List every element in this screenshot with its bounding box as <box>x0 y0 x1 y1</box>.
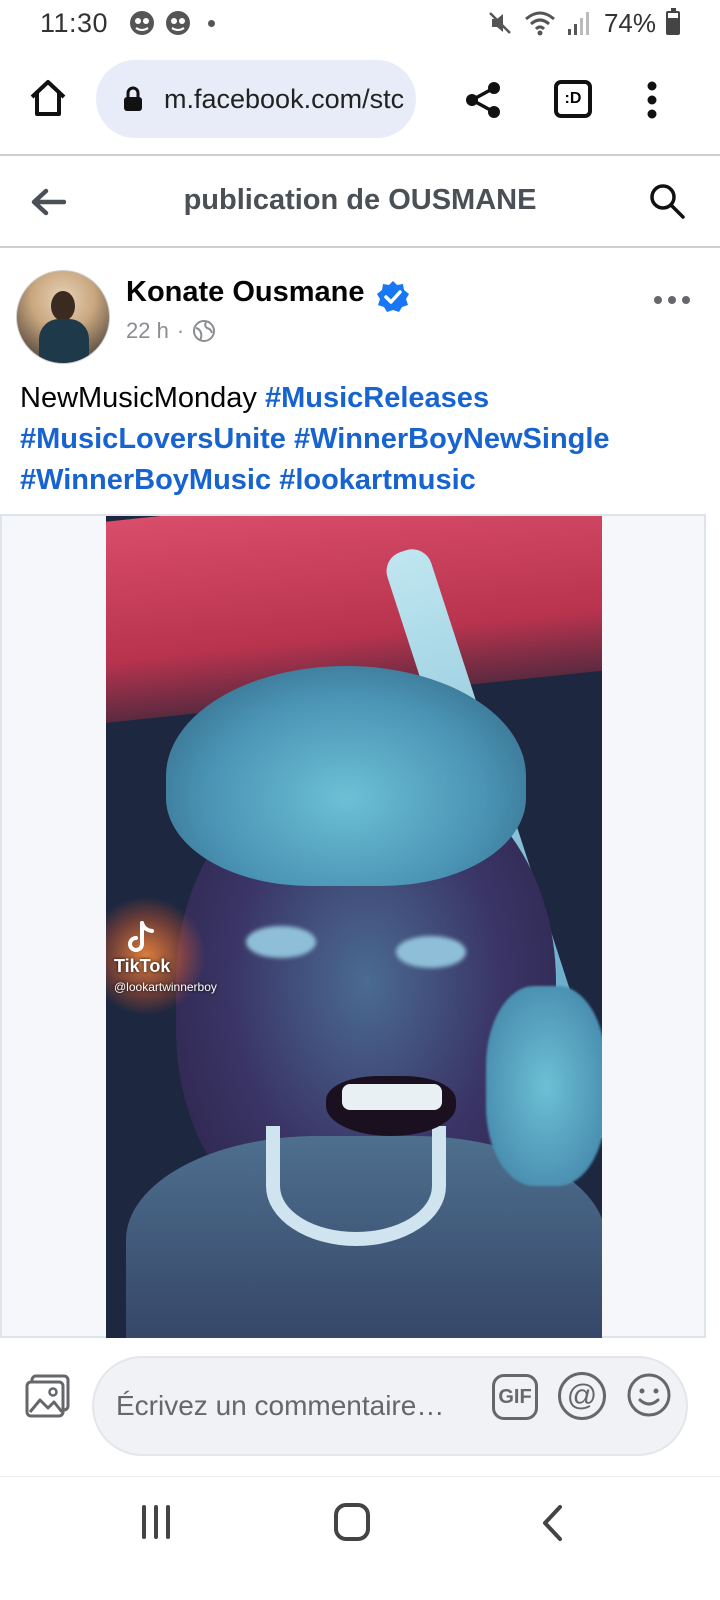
chevron-left-icon <box>543 1505 562 1541</box>
meta-separator: · <box>176 318 185 343</box>
hashtag-link[interactable]: #lookartmusic <box>279 464 476 496</box>
recent-apps-button[interactable] <box>138 1505 174 1541</box>
video-eye <box>396 936 466 968</box>
post-time[interactable]: 22 h <box>126 318 169 344</box>
video-eye <box>246 926 316 958</box>
avatar-head-shape <box>51 291 75 321</box>
url-text: m.facebook.com/stc <box>164 83 405 114</box>
post-text-plain: NewMusicMonday <box>20 382 265 414</box>
more-horizontal-icon <box>654 296 690 304</box>
battery-icon <box>666 8 680 35</box>
notification-icons <box>128 9 216 37</box>
hashtag-link[interactable]: #WinnerBoyMusic <box>20 464 271 496</box>
more-notifications-dot <box>208 19 216 27</box>
comment-input[interactable] <box>116 1390 486 1422</box>
avatar-body-shape <box>39 319 89 363</box>
smiley-icon <box>627 1373 671 1417</box>
post-video[interactable]: TikTok @lookartwinnerboy <box>106 516 602 1338</box>
video-teeth <box>342 1084 442 1110</box>
status-bar: 11:30 74% <box>0 0 720 46</box>
avatar[interactable] <box>16 270 110 364</box>
add-photo-button[interactable] <box>24 1374 72 1418</box>
globe-icon <box>193 320 216 342</box>
page-title: publication de OUSMANE <box>183 184 537 216</box>
post-options-button[interactable] <box>652 292 692 308</box>
hashtag-link[interactable]: #MusicLoversUnite <box>20 423 286 455</box>
page-header: publication de OUSMANE <box>0 158 720 246</box>
search-button[interactable] <box>646 180 688 222</box>
back-nav-button[interactable] <box>540 1503 564 1543</box>
wifi-icon <box>524 11 555 36</box>
battery-fill <box>668 18 678 33</box>
home-button[interactable] <box>24 74 72 122</box>
home-nav-button[interactable] <box>334 1503 370 1541</box>
address-bar[interactable]: m.facebook.com/stc <box>96 60 416 138</box>
author-name[interactable]: Konate Ousmane <box>126 276 365 309</box>
video-hand <box>486 986 602 1186</box>
notification-app-icon <box>166 11 191 35</box>
comment-field-wrapper: GIF @ <box>92 1356 688 1456</box>
notification-app-icon <box>130 11 155 35</box>
comment-composer: GIF @ <box>0 1340 720 1476</box>
status-time: 11:30 <box>40 7 109 38</box>
verified-badge-icon <box>377 281 409 312</box>
tabs-button[interactable]: :D <box>554 80 592 118</box>
share-icon <box>466 82 500 118</box>
post-header: Konate Ousmane 22 h · <box>16 270 706 366</box>
browser-toolbar: m.facebook.com/stc :D <box>0 58 720 142</box>
photo-icon <box>25 1374 70 1418</box>
recents-bar <box>142 1505 146 1539</box>
battery-percent: 74% <box>603 7 656 38</box>
share-button[interactable] <box>462 78 506 122</box>
lock-icon <box>124 86 142 111</box>
tiktok-watermark: TikTok <box>114 956 171 976</box>
search-icon <box>650 184 685 219</box>
video-collar <box>266 1126 446 1246</box>
browser-menu-button[interactable] <box>640 78 664 122</box>
post-text: NewMusicMonday #MusicReleases #MusicLove… <box>20 378 700 501</box>
post-meta: 22 h · <box>126 318 216 344</box>
hashtag-link[interactable]: #WinnerBoyNewSingle <box>294 423 610 455</box>
signal-icon <box>567 12 589 35</box>
more-vertical-icon <box>647 81 657 119</box>
emoji-button[interactable] <box>626 1372 672 1418</box>
tiktok-icon <box>128 921 154 952</box>
status-right: 74% <box>486 8 680 39</box>
system-nav-bar <box>0 1476 720 1600</box>
video-hat <box>166 666 526 886</box>
hashtag-link[interactable]: #MusicReleases <box>265 382 489 414</box>
mention-button[interactable]: @ <box>558 1372 606 1420</box>
gif-button[interactable]: GIF <box>492 1374 538 1420</box>
recents-bar <box>154 1505 158 1539</box>
post-media-container: TikTok @lookartwinnerboy <box>0 514 706 1338</box>
mute-icon <box>489 12 511 34</box>
tiktok-handle: @lookartwinnerboy <box>114 980 217 994</box>
recents-bar <box>166 1505 170 1539</box>
home-icon <box>30 80 66 116</box>
toolbar-divider <box>0 154 720 156</box>
header-divider <box>0 246 720 248</box>
